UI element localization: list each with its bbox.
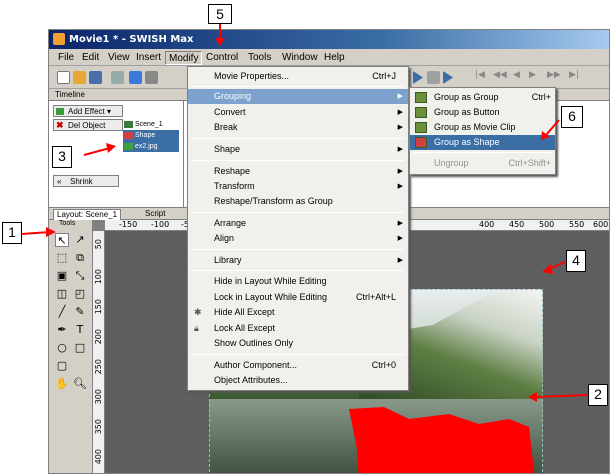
arrow-5-head bbox=[215, 38, 225, 46]
arrow-3 bbox=[83, 147, 111, 156]
arrow-2 bbox=[532, 394, 589, 398]
arrow-4-head bbox=[542, 264, 553, 274]
arrow-6 bbox=[545, 119, 560, 136]
callout-4: 4 bbox=[566, 250, 586, 272]
callout-1: 1 bbox=[2, 222, 22, 244]
arrow-3-head bbox=[106, 143, 116, 153]
arrow-1-head bbox=[46, 227, 56, 237]
arrow-2-head bbox=[528, 392, 537, 402]
callout-6: 6 bbox=[561, 106, 583, 128]
callout-5: 5 bbox=[208, 4, 232, 24]
callout-3: 3 bbox=[52, 146, 72, 168]
callout-2: 2 bbox=[588, 384, 608, 406]
arrow-1 bbox=[21, 231, 51, 235]
annotation-arrows bbox=[21, 24, 589, 402]
